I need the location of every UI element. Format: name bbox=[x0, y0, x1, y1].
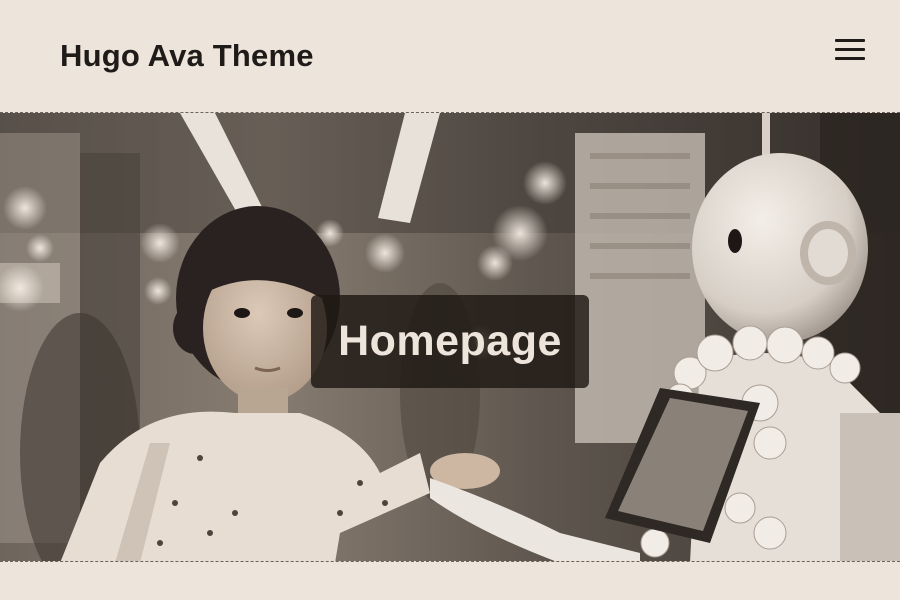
hamburger-menu-icon bbox=[830, 34, 870, 66]
hero-title-box: Homepage bbox=[311, 295, 589, 388]
site-title-link[interactable]: Hugo Ava Theme bbox=[60, 36, 314, 76]
hero-title: Homepage bbox=[338, 317, 562, 365]
hero-banner: Homepage bbox=[0, 112, 900, 562]
site-header: Hugo Ava Theme bbox=[0, 0, 900, 112]
menu-button[interactable] bbox=[830, 34, 870, 66]
